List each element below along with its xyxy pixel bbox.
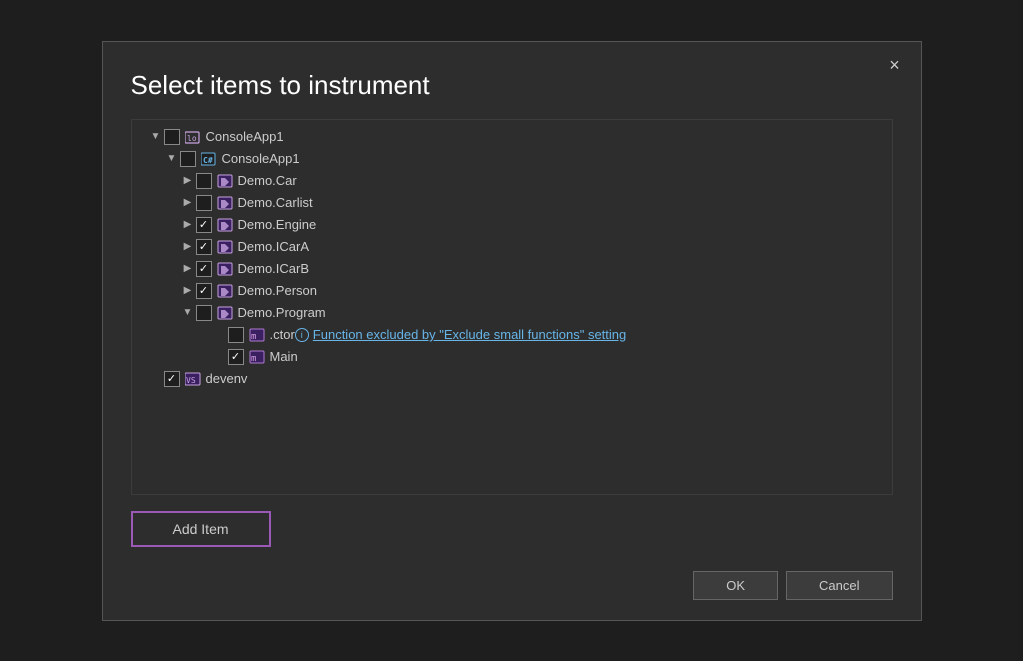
class-icon [216,195,234,211]
class-icon [216,305,234,321]
expander-icon[interactable]: ▶ [180,239,196,255]
svg-text:m: m [251,332,256,342]
class-icon [216,283,234,299]
expander-icon[interactable]: ▶ [180,173,196,189]
project-icon: C# [200,151,218,167]
tree-item-label: ConsoleApp1 [206,129,284,144]
svg-text:VS: VS [186,376,196,385]
expander-icon[interactable]: ▶ [180,283,196,299]
checkbox[interactable] [196,217,212,233]
close-button[interactable]: × [881,52,909,80]
tree-item-label: Demo.Program [238,305,326,320]
checkbox[interactable] [196,195,212,211]
tree-item-label: Demo.Car [238,173,297,188]
solution-icon: lo [184,129,202,145]
svg-text:lo: lo [187,134,197,143]
tree-item-label: Demo.ICarA [238,239,310,254]
dialog-footer: OK Cancel [131,563,893,600]
dialog-title: Select items to instrument [131,70,893,101]
tree-item-label: Main [270,349,298,364]
tree-row[interactable]: ▼ lo ConsoleApp1 [132,126,892,148]
tree-item-label: devenv [206,371,248,386]
cancel-button[interactable]: Cancel [786,571,892,600]
checkbox[interactable] [164,371,180,387]
exclude-functions-link[interactable]: Function excluded by "Exclude small func… [313,327,626,342]
ok-button[interactable]: OK [693,571,778,600]
checkbox[interactable] [228,327,244,343]
tree-row[interactable]: ▶ Demo.Car [132,170,892,192]
expander-icon[interactable]: ▶ [180,217,196,233]
tree-row[interactable]: ▶ Demo.ICarB [132,258,892,280]
tree-item-label: Demo.ICarB [238,261,310,276]
expander-icon[interactable]: ▶ [180,195,196,211]
tree-row[interactable]: ▶ Demo.Person [132,280,892,302]
tree-row[interactable]: ▼ Demo.Program [132,302,892,324]
select-items-dialog: × Select items to instrument ▼ lo Consol… [102,41,922,621]
expander-icon[interactable]: ▼ [180,305,196,321]
expander-icon[interactable]: ▼ [164,151,180,167]
tree-item-label: Demo.Carlist [238,195,313,210]
tree-item-label: .ctor [270,327,295,342]
class-icon [216,261,234,277]
tree-item-label: Demo.Engine [238,217,317,232]
method-icon: m [248,349,266,365]
checkbox[interactable] [196,283,212,299]
checkbox[interactable] [196,305,212,321]
tree-item-label: Demo.Person [238,283,317,298]
checkbox[interactable] [196,173,212,189]
tree-row[interactable]: VS devenv [132,368,892,390]
method-icon: m [248,327,266,343]
tree-row[interactable]: ▼ C# ConsoleApp1 [132,148,892,170]
class-icon [216,173,234,189]
class-icon [216,239,234,255]
expander-icon[interactable]: ▼ [148,129,164,145]
info-icon: i [295,328,309,342]
tree-row[interactable]: ▶ Demo.ICarA [132,236,892,258]
checkbox[interactable] [196,239,212,255]
tree-row[interactable]: ▶ Demo.Engine [132,214,892,236]
tree-row[interactable]: m .ctor i Function excluded by "Exclude … [132,324,892,346]
add-item-button[interactable]: Add Item [131,511,271,547]
checkbox[interactable] [180,151,196,167]
svg-text:m: m [251,354,256,364]
expander-icon[interactable]: ▶ [180,261,196,277]
svg-text:C#: C# [203,156,213,165]
devenv-icon: VS [184,371,202,387]
checkbox[interactable] [228,349,244,365]
tree-row[interactable]: ▶ Demo.Carlist [132,192,892,214]
tree-row[interactable]: m Main [132,346,892,368]
tree-container: ▼ lo ConsoleApp1 ▼ C# ConsoleApp1 ▶ Demo… [131,119,893,495]
tree-item-label: ConsoleApp1 [222,151,300,166]
checkbox[interactable] [196,261,212,277]
class-icon [216,217,234,233]
checkbox[interactable] [164,129,180,145]
